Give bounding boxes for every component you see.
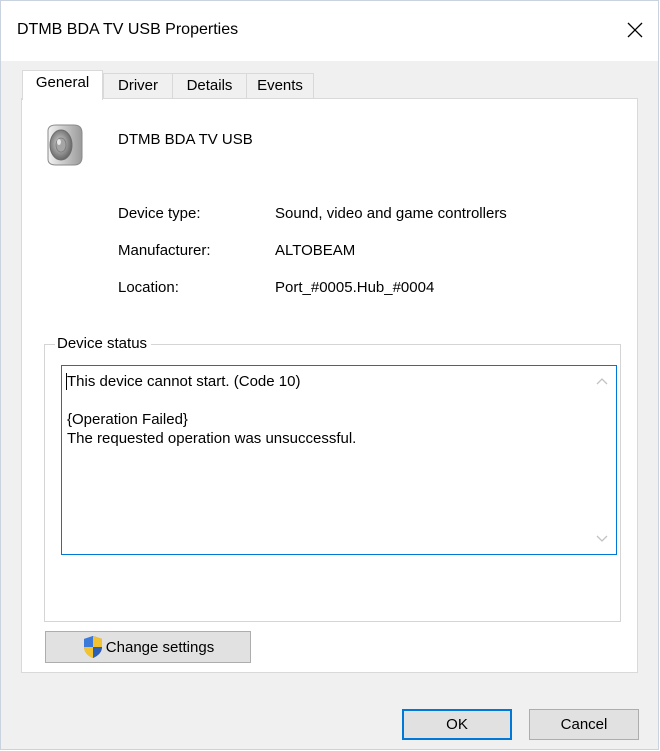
close-icon	[627, 22, 643, 38]
general-tab-panel: DTMB BDA TV USB Device type: Sound, vide…	[21, 98, 638, 673]
uac-shield-icon	[83, 636, 102, 658]
window-title: DTMB BDA TV USB Properties	[17, 21, 239, 38]
device-status-text: This device cannot start. (Code 10) {Ope…	[67, 372, 356, 448]
tab-general[interactable]: General	[22, 70, 103, 100]
device-status-textbox[interactable]: This device cannot start. (Code 10) {Ope…	[61, 365, 617, 555]
speaker-icon	[47, 124, 83, 166]
change-settings-button[interactable]: Change settings	[45, 631, 251, 663]
location-value: Port_#0005.Hub_#0004	[275, 279, 435, 296]
cancel-button[interactable]: Cancel	[529, 709, 639, 740]
close-button[interactable]	[612, 7, 658, 53]
scroll-up-arrow[interactable]	[596, 376, 608, 386]
ok-button-label: OK	[446, 716, 468, 733]
device-status-group: Device status This device cannot start. …	[44, 335, 621, 622]
device-type-value: Sound, video and game controllers	[275, 205, 507, 222]
status-line: This device cannot start. (Code 10)	[67, 373, 301, 390]
tab-details-label: Details	[186, 77, 233, 94]
title-bar: DTMB BDA TV USB Properties	[1, 1, 658, 61]
tab-driver[interactable]: Driver	[103, 73, 173, 98]
change-settings-label: Change settings	[105, 638, 215, 656]
tab-general-label: General	[35, 74, 90, 91]
device-name: DTMB BDA TV USB	[118, 131, 253, 148]
ok-button[interactable]: OK	[402, 709, 512, 740]
location-label: Location:	[118, 279, 179, 296]
tab-driver-label: Driver	[118, 77, 158, 94]
manufacturer-value: ALTOBEAM	[275, 242, 356, 259]
status-line: {Operation Failed}	[67, 411, 188, 428]
device-status-legend: Device status	[55, 335, 152, 353]
tab-events[interactable]: Events	[246, 73, 314, 98]
status-line: The requested operation was unsuccessful…	[67, 430, 357, 447]
cancel-button-label: Cancel	[560, 716, 608, 733]
tab-details[interactable]: Details	[172, 73, 247, 98]
scroll-down-arrow[interactable]	[596, 534, 608, 544]
chevron-up-icon	[596, 378, 608, 385]
tab-events-label: Events	[257, 77, 303, 94]
manufacturer-label: Manufacturer:	[118, 242, 211, 259]
properties-dialog: DTMB BDA TV USB Properties General Drive…	[0, 0, 659, 750]
chevron-down-icon	[596, 535, 608, 542]
device-type-label: Device type:	[118, 205, 201, 222]
